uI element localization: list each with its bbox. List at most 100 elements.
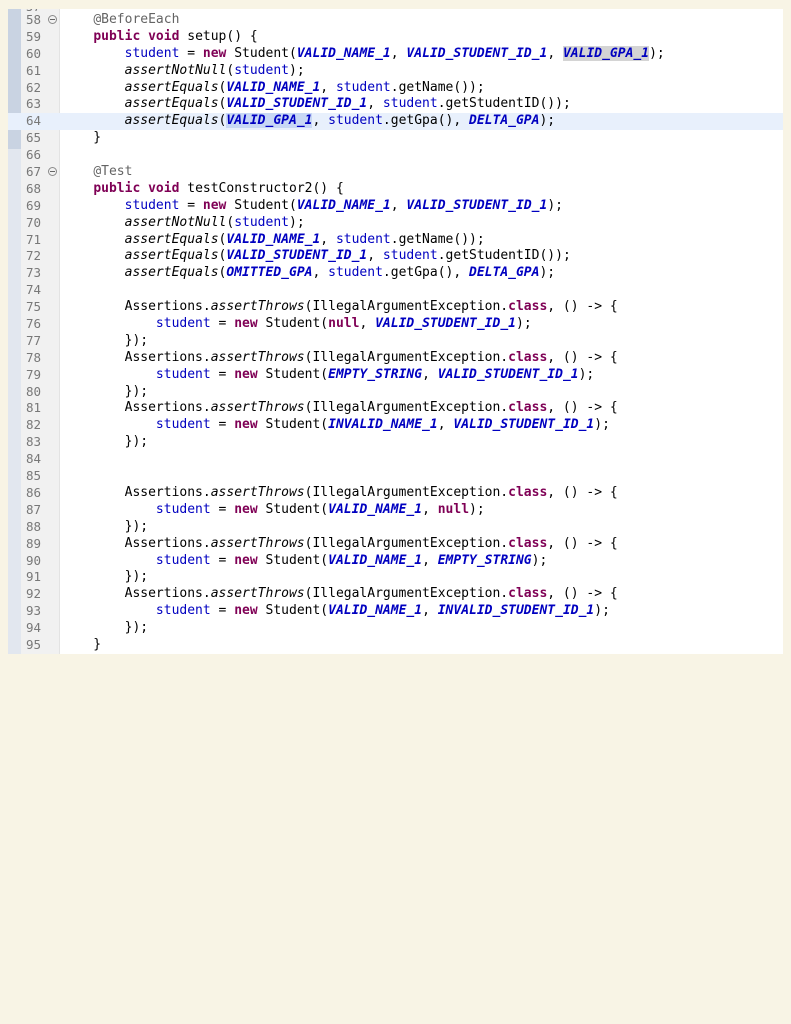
code-line[interactable]: 63 assertEquals(VALID_STUDENT_ID_1, stud… [8, 96, 783, 113]
code-editor[interactable]: 57 58 @BeforeEach59 public void setup() … [8, 9, 783, 654]
code-line[interactable]: 76 student = new Student(null, VALID_STU… [8, 316, 783, 333]
code-token: assertNotNull [124, 214, 227, 230]
code-token: DELTA_GPA [469, 265, 540, 281]
code-line[interactable]: 92 Assertions.assertThrows(IllegalArgume… [8, 586, 783, 603]
code-token: VALID_NAME_1 [296, 197, 391, 213]
code-line[interactable]: 90 student = new Student(VALID_NAME_1, E… [8, 553, 783, 570]
code-token: = [179, 45, 203, 61]
code-token: class [508, 400, 548, 416]
code-line[interactable]: 72 assertEquals(VALID_STUDENT_ID_1, stud… [8, 248, 783, 265]
code-line[interactable]: 71 assertEquals(VALID_NAME_1, student.ge… [8, 232, 783, 249]
fold-collapse-icon[interactable] [48, 15, 57, 24]
code-token: student [382, 248, 438, 264]
code-line[interactable]: 84 [8, 451, 783, 468]
code-token: , () -> { [547, 349, 618, 365]
code-line[interactable]: 62 assertEquals(VALID_NAME_1, student.ge… [8, 80, 783, 97]
code-line[interactable]: 68 public void testConstructor2() { [8, 181, 783, 198]
code-line[interactable]: 94 }); [8, 620, 783, 637]
code-line[interactable]: 75 Assertions.assertThrows(IllegalArgume… [8, 299, 783, 316]
code-line[interactable]: 60 student = new Student(VALID_NAME_1, V… [8, 45, 783, 63]
line-number: 87 [26, 501, 42, 517]
code-token: , () -> { [547, 586, 618, 602]
code-token: , [359, 316, 376, 332]
code-line[interactable]: 85 [8, 468, 783, 485]
line-number: 89 [26, 535, 42, 551]
code-line[interactable]: 66 [8, 147, 783, 164]
code-line[interactable]: 83 }); [8, 434, 783, 451]
fold-collapse-icon[interactable] [48, 167, 57, 177]
code-line[interactable]: 69 student = new Student(VALID_NAME_1, V… [8, 198, 783, 215]
code-text: Assertions.assertThrows(IllegalArgumentE… [62, 586, 618, 603]
code-line[interactable]: 59 public void setup() { [8, 29, 783, 46]
code-line[interactable]: 78 Assertions.assertThrows(IllegalArgume… [8, 350, 783, 367]
code-token: ); [578, 366, 595, 382]
code-line[interactable]: 77 }); [8, 333, 783, 350]
code-line[interactable]: 64 assertEquals(VALID_GPA_1, student.get… [8, 113, 783, 131]
code-line[interactable]: 95 } [8, 637, 783, 654]
code-token: }); [62, 332, 149, 348]
code-text: }); [62, 620, 148, 637]
code-token: , () -> { [547, 535, 618, 551]
code-line[interactable]: 74 [8, 282, 783, 299]
code-text: }); [62, 333, 148, 350]
code-token: ); [594, 417, 610, 433]
code-token: (IllegalArgumentException. [304, 586, 509, 602]
code-token: Student( [226, 197, 297, 213]
line-number: 78 [26, 349, 42, 365]
code-token: , [367, 96, 383, 112]
code-token: , [422, 501, 438, 517]
code-line[interactable]: 73 assertEquals(OMITTED_GPA, student.get… [8, 265, 783, 282]
code-line[interactable]: 65 } [8, 130, 783, 147]
code-token: class [508, 535, 548, 551]
code-line[interactable]: 88 }); [8, 519, 783, 536]
code-text: student = new Student(VALID_NAME_1, INVA… [62, 603, 610, 620]
code-token: (IllegalArgumentException. [304, 299, 509, 315]
code-line[interactable]: 87 student = new Student(VALID_NAME_1, n… [8, 502, 783, 519]
code-line[interactable]: 70 assertNotNull(student); [8, 215, 783, 232]
code-line[interactable]: 93 student = new Student(VALID_NAME_1, I… [8, 603, 783, 620]
line-number: 80 [26, 383, 42, 399]
code-text: student = new Student(VALID_NAME_1, null… [62, 502, 485, 519]
code-token: assertThrows [210, 484, 305, 500]
code-line[interactable]: 89 Assertions.assertThrows(IllegalArgume… [8, 536, 783, 553]
code-token: = [210, 501, 235, 517]
code-token: Student( [257, 603, 329, 619]
code-token: assertThrows [210, 299, 305, 315]
code-token: class [508, 299, 548, 315]
code-token: null [437, 501, 470, 517]
code-text: Assertions.assertThrows(IllegalArgumentE… [62, 536, 618, 553]
code-lines[interactable]: 58 @BeforeEach 59 public void setup() {60… [8, 12, 783, 654]
code-line[interactable]: 91 }); [8, 569, 783, 586]
code-line[interactable]: 79 student = new Student(EMPTY_STRING, V… [8, 367, 783, 384]
code-token: void [148, 28, 180, 44]
code-token: Assertions. [62, 535, 211, 551]
code-line[interactable]: 80 }); [8, 384, 783, 401]
code-line[interactable]: 86 Assertions.assertThrows(IllegalArgume… [8, 485, 783, 502]
code-line[interactable]: 82 student = new Student(INVALID_NAME_1,… [8, 417, 783, 434]
code-line[interactable]: 67 @Test [8, 164, 783, 181]
code-token: student [234, 62, 289, 78]
code-token: VALID_NAME_1 [328, 603, 423, 619]
code-text: student = new Student(EMPTY_STRING, VALI… [62, 367, 594, 384]
code-text: Assertions.assertThrows(IllegalArgumentE… [62, 485, 618, 502]
code-token: , [422, 552, 438, 568]
line-number: 90 [26, 552, 42, 568]
line-number: 75 [26, 299, 42, 315]
code-text: }); [62, 384, 148, 401]
code-text: Assertions.assertThrows(IllegalArgumentE… [62, 400, 618, 417]
code-token: = [210, 417, 235, 433]
code-line[interactable]: 61 assertNotNull(student); [8, 63, 783, 80]
code-line[interactable]: 58 @BeforeEach [8, 12, 783, 29]
code-token: , [547, 45, 563, 61]
code-token: , [422, 366, 438, 382]
code-token: student [124, 45, 180, 61]
code-line[interactable]: 81 Assertions.assertThrows(IllegalArgume… [8, 400, 783, 417]
code-token: Assertions. [62, 349, 211, 365]
